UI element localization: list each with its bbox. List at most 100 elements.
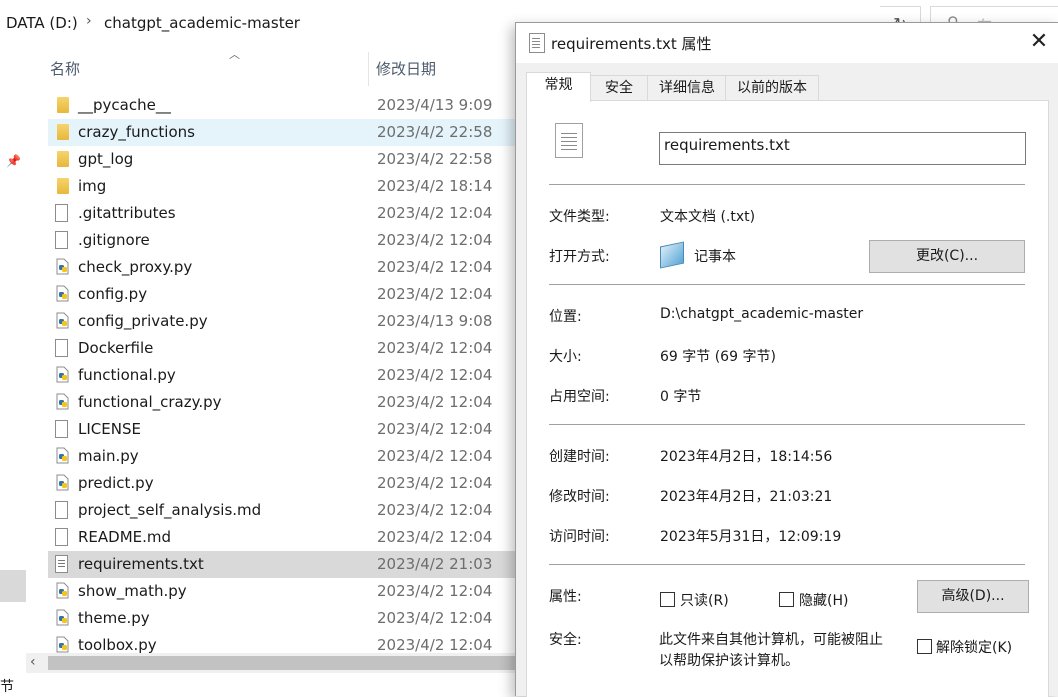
file-name-field[interactable] [659, 132, 1026, 165]
dialog-titlebar[interactable]: requirements.txt 属性 ✕ [516, 23, 1058, 63]
file-row[interactable]: main.py 2023/4/2 12:04 [48, 443, 518, 470]
file-row[interactable]: project_self_analysis.md 2023/4/2 12:04 [48, 497, 518, 524]
file-name[interactable]: img [78, 177, 106, 195]
column-header: ︿ 名称 修改日期 [28, 48, 518, 88]
file-row[interactable]: img 2023/4/2 18:14 [48, 173, 518, 200]
close-icon: ✕ [1029, 29, 1049, 54]
file-row[interactable]: config.py 2023/4/2 12:04 [48, 281, 518, 308]
disk-size-value: 0 字节 [660, 389, 702, 405]
divider [549, 284, 1025, 285]
file-date: 2023/4/2 12:04 [377, 204, 493, 222]
scroll-left-icon[interactable]: ‹ [30, 654, 36, 670]
python-file-icon [55, 609, 70, 626]
file-name[interactable]: config_private.py [78, 312, 208, 330]
hidden-label[interactable]: 隐藏(H) [799, 590, 848, 610]
tab-security[interactable]: 安全 [589, 75, 649, 101]
file-row[interactable]: gpt_log 2023/4/2 22:58 [48, 146, 518, 173]
hidden-checkbox[interactable] [779, 592, 794, 607]
file-name[interactable]: gpt_log [78, 150, 133, 168]
accessed-label: 访问时间: [549, 529, 610, 545]
file-name[interactable]: .gitattributes [78, 204, 176, 222]
file-name[interactable]: __pycache__ [78, 96, 171, 114]
file-name[interactable]: Dockerfile [78, 339, 153, 357]
file-type-value: 文本文档 (.txt) [660, 209, 756, 225]
file-date: 2023/4/2 12:04 [377, 393, 493, 411]
readonly-checkbox[interactable] [660, 592, 675, 607]
file-icon [55, 420, 68, 438]
readonly-label[interactable]: 只读(R) [680, 590, 729, 610]
file-icon [55, 501, 68, 519]
file-date: 2023/4/2 12:04 [377, 609, 493, 627]
file-row[interactable]: check_proxy.py 2023/4/2 12:04 [48, 254, 518, 281]
file-row[interactable]: theme.py 2023/4/2 12:04 [48, 605, 518, 632]
file-row[interactable]: config_private.py 2023/4/13 9:08 [48, 308, 518, 335]
file-date: 2023/4/2 22:58 [377, 150, 493, 168]
file-name[interactable]: theme.py [78, 609, 150, 627]
file-name[interactable]: README.md [78, 528, 171, 546]
file-name[interactable]: .gitignore [78, 231, 150, 249]
python-file-icon [55, 312, 70, 329]
file-name[interactable]: functional.py [78, 366, 176, 384]
sort-ascending-icon: ︿ [229, 48, 240, 61]
python-file-icon [55, 393, 70, 410]
file-row[interactable]: functional_crazy.py 2023/4/2 12:04 [48, 389, 518, 416]
tab-previous-versions[interactable]: 以前的版本 [725, 75, 819, 101]
file-name[interactable]: requirements.txt [78, 555, 204, 573]
close-button[interactable]: ✕ [1019, 23, 1058, 63]
created-label: 创建时间: [549, 449, 610, 465]
file-row[interactable]: Dockerfile 2023/4/2 12:04 [48, 335, 518, 362]
file-name[interactable]: show_math.py [78, 582, 187, 600]
file-name[interactable]: LICENSE [78, 420, 141, 438]
accessed-value: 2023年5月31日，12:09:19 [660, 529, 842, 545]
divider [549, 564, 1025, 565]
notepad-icon [660, 241, 684, 269]
file-row[interactable]: crazy_functions 2023/4/2 22:58 [48, 119, 518, 146]
file-name[interactable]: project_self_analysis.md [78, 501, 261, 519]
file-row[interactable]: functional.py 2023/4/2 12:04 [48, 362, 518, 389]
file-date: 2023/4/2 12:04 [377, 582, 493, 600]
text-file-icon [555, 123, 583, 158]
horizontal-scrollbar[interactable]: ‹ [26, 653, 516, 673]
file-row[interactable]: .gitattributes 2023/4/2 12:04 [48, 200, 518, 227]
file-name[interactable]: main.py [78, 447, 139, 465]
pin-icon[interactable]: 📌 [6, 154, 22, 170]
breadcrumb-folder[interactable]: chatgpt_academic-master [104, 14, 300, 32]
file-name[interactable]: crazy_functions [78, 123, 195, 141]
file-name[interactable]: check_proxy.py [78, 258, 192, 276]
unblock-checkbox[interactable] [917, 639, 932, 654]
file-name[interactable]: functional_crazy.py [78, 393, 222, 411]
file-row[interactable]: LICENSE 2023/4/2 12:04 [48, 416, 518, 443]
nav-selected-item[interactable] [0, 570, 26, 602]
file-name[interactable]: predict.py [78, 474, 154, 492]
general-tab-panel: 文件类型: 文本文档 (.txt) 打开方式: 记事本 更改(C)... 位置:… [526, 100, 1049, 697]
file-name[interactable]: toolbox.py [78, 636, 157, 654]
tab-details[interactable]: 详细信息 [647, 75, 727, 101]
file-icon [55, 231, 68, 249]
file-row[interactable]: show_math.py 2023/4/2 12:04 [48, 578, 518, 605]
change-button[interactable]: 更改(C)... [869, 240, 1025, 273]
file-row[interactable]: __pycache__ 2023/4/13 9:09 [48, 92, 518, 119]
text-file-icon [55, 555, 68, 573]
advanced-button[interactable]: 高级(D)... [917, 580, 1029, 613]
tab-general[interactable]: 常规 [526, 72, 591, 102]
breadcrumb-drive[interactable]: DATA (D:) [6, 14, 78, 32]
file-row[interactable]: README.md 2023/4/2 12:04 [48, 524, 518, 551]
file-row[interactable]: predict.py 2023/4/2 12:04 [48, 470, 518, 497]
file-row[interactable]: requirements.txt 2023/4/2 21:03 [48, 551, 518, 578]
python-file-icon [55, 636, 70, 653]
column-name-header[interactable]: 名称 [50, 58, 80, 79]
file-row[interactable]: .gitignore 2023/4/2 12:04 [48, 227, 518, 254]
unblock-label[interactable]: 解除锁定(K) [936, 637, 1012, 657]
dialog-title: requirements.txt 属性 [551, 35, 712, 53]
file-date: 2023/4/13 9:09 [377, 96, 493, 114]
file-icon [55, 528, 68, 546]
column-date-header[interactable]: 修改日期 [376, 58, 436, 79]
file-date: 2023/4/2 12:04 [377, 285, 493, 303]
created-value: 2023年4月2日，18:14:56 [660, 449, 833, 465]
nav-item-label[interactable]: 节 [0, 676, 14, 696]
scrollbar-thumb[interactable] [48, 656, 516, 670]
column-divider[interactable] [368, 52, 369, 86]
file-list: __pycache__ 2023/4/13 9:09 crazy_functions… [48, 92, 518, 659]
file-name[interactable]: config.py [78, 285, 147, 303]
modified-value: 2023年4月2日，21:03:21 [660, 489, 833, 505]
